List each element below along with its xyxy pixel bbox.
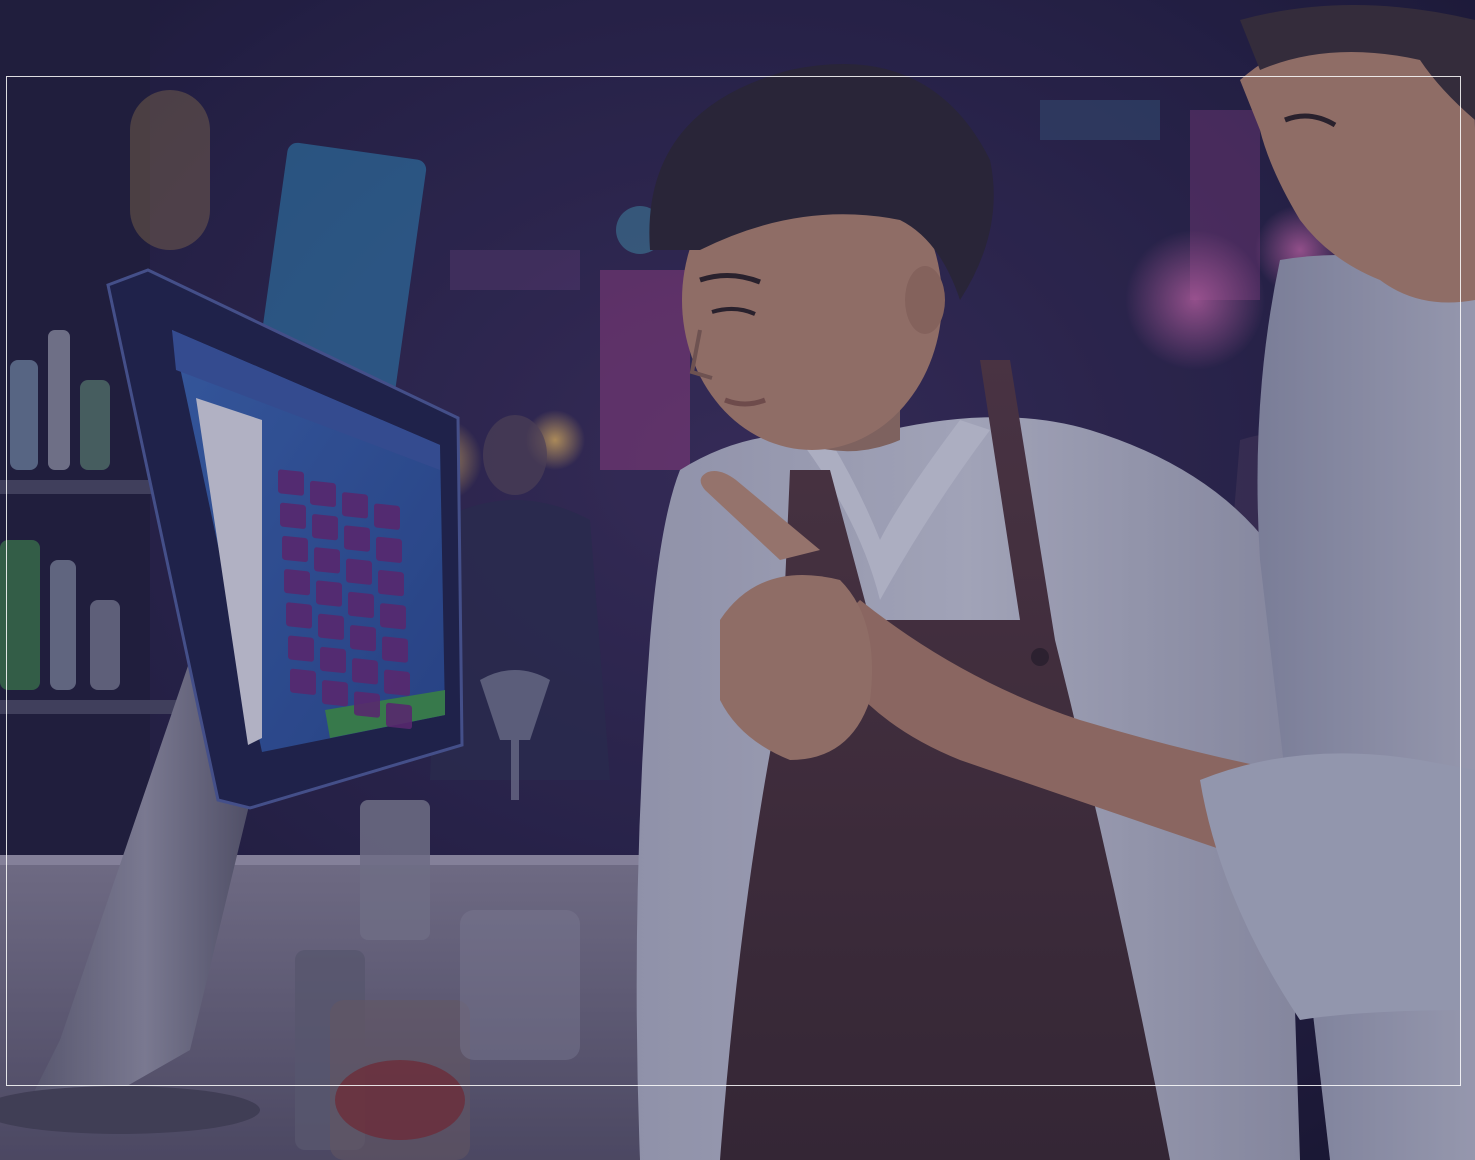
pos-menu-button bbox=[380, 603, 406, 630]
pos-menu-button bbox=[312, 514, 338, 541]
pos-menu-button bbox=[280, 502, 306, 529]
pos-menu-button bbox=[316, 580, 342, 607]
pos-menu-button bbox=[322, 680, 348, 707]
pos-menu-button bbox=[278, 469, 304, 496]
pos-menu-button bbox=[342, 492, 368, 519]
pos-menu-button bbox=[284, 569, 310, 596]
pos-menu-button bbox=[378, 570, 404, 597]
pos-menu-button bbox=[386, 702, 412, 730]
pos-menu-button bbox=[344, 525, 370, 552]
photo-scene bbox=[0, 0, 1475, 1160]
pos-menu-button bbox=[376, 536, 402, 563]
pos-menu-button bbox=[286, 602, 312, 629]
pos-menu-button bbox=[320, 646, 346, 674]
pos-menu-button bbox=[354, 691, 380, 718]
pos-menu-button bbox=[314, 547, 340, 574]
pos-menu-button bbox=[374, 503, 400, 530]
photo-illustration bbox=[0, 0, 1475, 1160]
pos-menu-button bbox=[350, 625, 376, 652]
pos-menu-button bbox=[382, 636, 408, 663]
pos-menu-button bbox=[348, 591, 374, 619]
pos-menu-button bbox=[310, 480, 336, 508]
pos-menu-button bbox=[352, 658, 378, 685]
pos-menu-button bbox=[282, 535, 308, 563]
pos-menu-button bbox=[318, 613, 344, 640]
pos-menu-button bbox=[290, 668, 316, 695]
pos-menu-button bbox=[288, 635, 314, 662]
pos-menu-button bbox=[346, 558, 372, 585]
pos-menu-button bbox=[384, 669, 410, 696]
